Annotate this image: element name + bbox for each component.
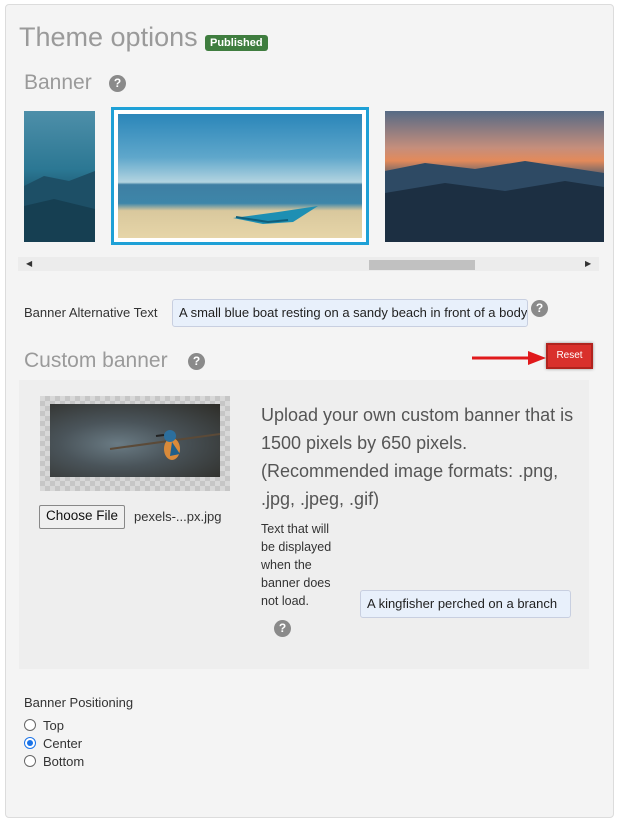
radio-bottom-label: Bottom xyxy=(43,754,85,769)
custom-alt-help-text: Text that will be displayed when the ban… xyxy=(261,522,332,608)
reset-button[interactable]: Reset xyxy=(546,343,593,369)
banner-option-mountains[interactable] xyxy=(24,111,95,242)
positioning-label: Banner Positioning xyxy=(24,695,134,710)
banner-option-beach-selected[interactable] xyxy=(111,107,369,245)
radio-top-label: Top xyxy=(43,718,64,733)
banner-alt-label: Banner Alternative Text xyxy=(24,305,158,320)
question-circle-icon[interactable]: ? xyxy=(531,300,548,317)
radio-top[interactable] xyxy=(24,719,36,731)
scroll-right-icon[interactable]: ▶ xyxy=(585,259,591,268)
upload-instructions: Upload your own custom banner that is 15… xyxy=(261,405,574,509)
scrollbar-thumb[interactable] xyxy=(369,260,475,270)
question-circle-icon[interactable]: ? xyxy=(274,620,291,637)
carousel-scrollbar[interactable]: ◀ ▶ xyxy=(18,257,599,271)
custom-alt-input[interactable]: A kingfisher perched on a branch xyxy=(360,590,571,618)
radio-center-label: Center xyxy=(43,736,83,751)
banner-heading: Banner xyxy=(24,71,92,94)
red-arrow-annotation xyxy=(472,351,546,365)
status-badge: Published xyxy=(205,35,268,51)
kingfisher-image xyxy=(50,404,220,477)
selected-file-name: pexels-...px.jpg xyxy=(134,509,222,524)
radio-center[interactable] xyxy=(24,737,36,749)
radio-bottom[interactable] xyxy=(24,755,36,767)
choose-file-button[interactable]: Choose File xyxy=(39,505,126,529)
question-circle-icon[interactable]: ? xyxy=(109,75,126,92)
page-title: Theme options xyxy=(19,22,198,52)
scroll-left-icon[interactable]: ◀ xyxy=(26,259,32,268)
sunset-mountains-image xyxy=(385,161,604,242)
mountains-image xyxy=(24,171,95,242)
banner-alt-input[interactable]: A small blue boat resting on a sandy bea… xyxy=(172,299,528,327)
question-circle-icon[interactable]: ? xyxy=(188,353,205,370)
custom-banner-heading: Custom banner xyxy=(24,349,168,372)
custom-banner-preview xyxy=(40,396,230,491)
banner-option-sunset[interactable] xyxy=(385,111,604,242)
beach-boat-image xyxy=(118,114,362,238)
